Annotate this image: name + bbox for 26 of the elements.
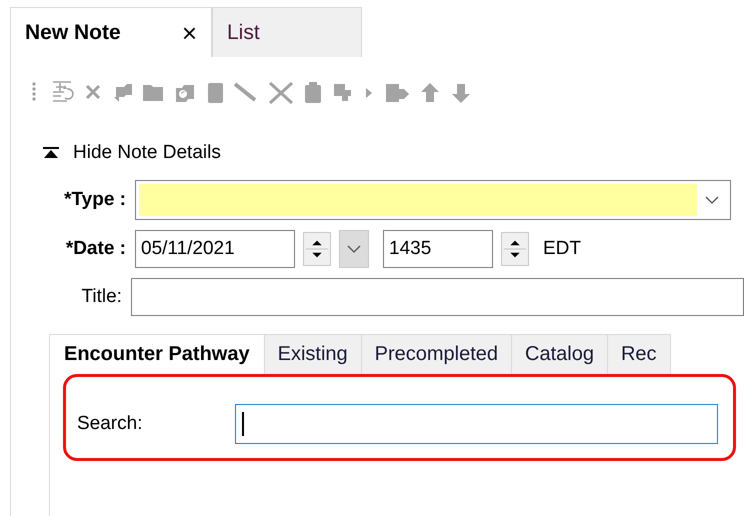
search-label: Search:: [77, 412, 144, 434]
close-button[interactable]: ×: [182, 20, 197, 46]
tab[interactable]: Existing: [264, 334, 362, 374]
tab[interactable]: Precompleted: [362, 334, 512, 374]
field-label: *Type :: [63, 189, 126, 211]
cross-icon[interactable]: [267, 79, 295, 107]
collapse-icon: [43, 147, 59, 159]
type-dropdown[interactable]: [135, 180, 731, 220]
spin-button[interactable]: [303, 232, 331, 266]
tab[interactable]: New Note ×: [10, 7, 212, 57]
time-zone: EDT: [543, 238, 581, 260]
search-field[interactable]: [235, 404, 718, 444]
details-toggle[interactable]: Hide Note Details: [43, 142, 221, 164]
field-label: Title:: [80, 286, 122, 308]
title-field[interactable]: [130, 278, 744, 316]
tab[interactable]: Catalog: [512, 334, 608, 374]
field-label: *Date :: [64, 238, 126, 260]
time-field[interactable]: 1435: [383, 230, 493, 268]
tab[interactable]: List: [212, 7, 362, 57]
chevron-icon: [705, 196, 719, 204]
tab[interactable]: Rec: [608, 334, 671, 374]
chevron-icon: [347, 245, 361, 253]
tab[interactable]: Encounter Pathway: [50, 334, 265, 374]
date-dropdown-button[interactable]: [339, 230, 369, 268]
spin-button[interactable]: [501, 232, 529, 266]
date-field[interactable]: 05/11/2021: [135, 230, 295, 268]
